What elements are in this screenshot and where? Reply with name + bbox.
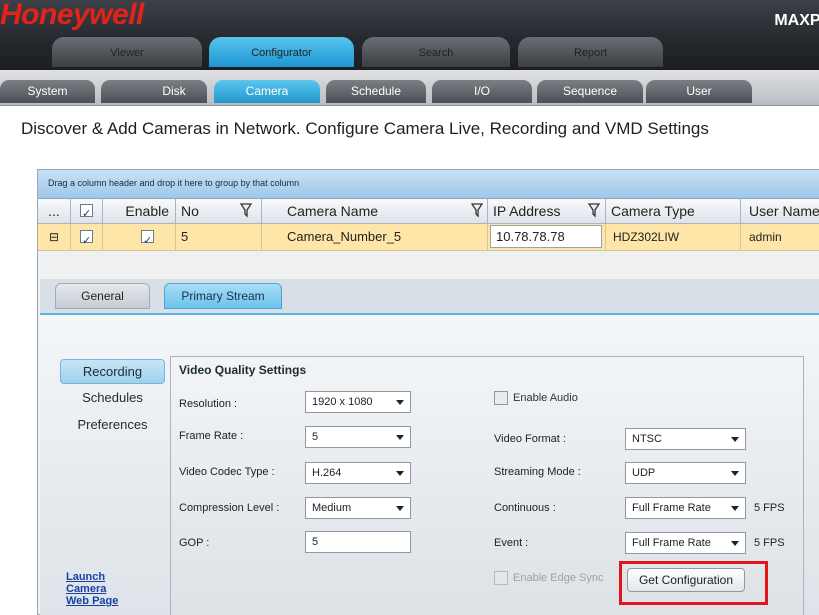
side-item-preferences[interactable]: Preferences — [60, 413, 165, 438]
app-header: Honeywell MAXPI Viewer Configurator Sear… — [0, 0, 819, 70]
tab-schedule[interactable]: Schedule — [326, 80, 426, 103]
streaming-mode-value: UDP — [632, 467, 656, 479]
row-camera-type-cell[interactable]: HDZ302LIW — [606, 224, 741, 251]
row-select-cell — [71, 224, 103, 254]
tab-camera[interactable]: Camera — [214, 80, 320, 103]
expand-row-button[interactable]: ⊟ — [38, 224, 71, 251]
row-no-cell: 5 — [176, 224, 262, 251]
chevron-down-icon — [396, 506, 404, 511]
header-no[interactable]: No — [176, 199, 262, 224]
highlight-annotation — [619, 561, 768, 605]
tab-configurator[interactable]: Configurator — [209, 37, 354, 67]
page-title: Discover & Add Cameras in Network. Confi… — [21, 119, 709, 138]
resolution-label: Resolution : — [179, 398, 238, 410]
chevron-down-icon — [396, 471, 404, 476]
filter-icon[interactable] — [588, 202, 600, 218]
resolution-select[interactable]: 1920 x 1080 — [305, 391, 411, 413]
compression-level-value: Medium — [312, 502, 352, 514]
header-select-all[interactable] — [71, 199, 103, 226]
product-name: MAXPI — [774, 12, 819, 29]
row-enable-cell — [103, 224, 176, 254]
header-camera-name-label: Camera Name — [287, 203, 379, 219]
resolution-value: 1920 x 1080 — [312, 396, 373, 408]
continuous-rate-select[interactable]: Full Frame Rate — [625, 497, 746, 519]
streaming-mode-label: Streaming Mode : — [494, 466, 581, 478]
video-codec-label: Video Codec Type : — [179, 466, 275, 478]
streaming-mode-select[interactable]: UDP — [625, 462, 746, 484]
video-format-select[interactable]: NTSC — [625, 428, 746, 450]
select-all-checkbox[interactable] — [80, 202, 93, 226]
launch-link-line-2: Camera — [66, 583, 107, 595]
enable-edge-sync-label: Enable Edge Sync — [513, 572, 604, 584]
launch-camera-web-page-link[interactable]: Launch Camera Web Page — [66, 571, 146, 607]
enable-audio-label: Enable Audio — [513, 392, 578, 404]
tab-viewer-label: Viewer — [110, 47, 144, 59]
tab-system[interactable]: System — [0, 80, 95, 103]
event-rate-select[interactable]: Full Frame Rate — [625, 532, 746, 554]
side-item-schedules[interactable]: Schedules — [60, 386, 165, 411]
header-enable[interactable]: Enable — [103, 199, 176, 224]
video-format-label: Video Format : — [494, 433, 566, 445]
launch-link-line-1: Launch — [66, 571, 106, 583]
tab-io[interactable]: I/O — [432, 80, 532, 103]
tab-general[interactable]: General — [55, 283, 150, 309]
enable-edge-sync-checkbox[interactable] — [494, 571, 508, 585]
header-user-name[interactable]: User Name — [741, 199, 819, 224]
filter-icon[interactable] — [240, 202, 252, 218]
group-by-bar[interactable]: Drag a column header and drop it here to… — [38, 170, 819, 199]
video-format-value: NTSC — [632, 433, 662, 445]
row-camera-name-cell[interactable]: Camera_Number_5 — [262, 224, 488, 251]
header-no-label: No — [181, 203, 199, 219]
side-item-recording[interactable]: Recording — [60, 359, 165, 384]
video-codec-select[interactable]: H.264 — [305, 462, 411, 484]
enable-audio-checkbox[interactable] — [494, 391, 508, 405]
filter-icon[interactable] — [471, 202, 483, 218]
event-rate-value: Full Frame Rate — [632, 537, 711, 549]
tab-sequence[interactable]: Sequence — [537, 80, 643, 103]
tab-primary-stream[interactable]: Primary Stream — [164, 283, 282, 309]
configurator-subtabs: System Disk Camera Schedule I/O Sequence… — [0, 70, 819, 106]
event-fps: 5 FPS — [754, 537, 785, 549]
chevron-down-icon — [731, 471, 739, 476]
tab-report[interactable]: Report — [518, 37, 663, 67]
column-chooser-button[interactable]: ... — [38, 199, 71, 224]
compression-level-select[interactable]: Medium — [305, 497, 411, 519]
compression-level-label: Compression Level : — [179, 502, 280, 514]
row-enable-checkbox[interactable] — [141, 228, 154, 254]
continuous-rate-value: Full Frame Rate — [632, 502, 711, 514]
event-label: Event : — [494, 537, 529, 549]
tab-search[interactable]: Search — [362, 37, 510, 67]
chevron-down-icon — [731, 437, 739, 442]
tab-report-label: Report — [573, 47, 608, 59]
detail-tab-strip: General Primary Stream — [40, 279, 819, 313]
header-ip-address[interactable]: IP Address — [488, 199, 606, 224]
row-user-name-cell[interactable]: admin — [741, 224, 819, 251]
tab-search-label: Search — [418, 47, 454, 59]
continuous-fps: 5 FPS — [754, 502, 785, 514]
launch-link-line-3: Web Page — [66, 595, 119, 607]
header-ip-address-label: IP Address — [493, 203, 561, 219]
header-camera-type[interactable]: Camera Type — [606, 199, 741, 224]
gop-input[interactable]: 5 — [305, 531, 411, 553]
tab-viewer[interactable]: Viewer — [52, 37, 202, 67]
tab-user[interactable]: User — [646, 80, 752, 103]
row-select-checkbox[interactable] — [80, 228, 93, 254]
chevron-down-icon — [731, 541, 739, 546]
ip-address-field[interactable]: 10.78.78.78 — [490, 225, 602, 248]
video-codec-value: H.264 — [312, 467, 342, 479]
tab-disk[interactable]: Disk — [101, 80, 207, 103]
continuous-label: Continuous : — [494, 502, 556, 514]
chevron-down-icon — [396, 435, 404, 440]
header-camera-name[interactable]: Camera Name — [262, 199, 488, 224]
row-ip-address-cell[interactable]: 10.78.78.78 — [488, 224, 606, 251]
tab-configurator-label: Configurator — [251, 47, 312, 59]
chevron-down-icon — [396, 400, 404, 405]
video-quality-title: Video Quality Settings — [179, 363, 307, 377]
frame-rate-label: Frame Rate : — [179, 430, 244, 442]
gop-label: GOP : — [179, 537, 210, 549]
honeywell-logo: Honeywell — [0, 0, 144, 31]
chevron-down-icon — [731, 506, 739, 511]
frame-rate-select[interactable]: 5 — [305, 426, 411, 448]
frame-rate-value: 5 — [312, 431, 319, 443]
